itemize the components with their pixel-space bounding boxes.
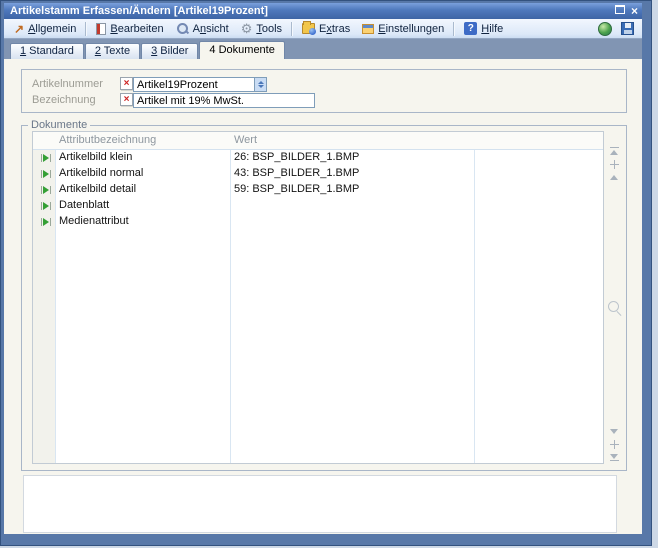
arrow-up-right-icon: ↗ [14, 23, 24, 35]
tab-dokumente[interactable]: 4 Dokumente [199, 41, 284, 59]
menu-bar: ↗ Allgemein Bearbeiten Ansicht ⚙ Tools E… [4, 19, 642, 39]
lookup-button[interactable] [254, 77, 267, 92]
tab-texte[interactable]: 2 Texte [85, 43, 140, 59]
spinner-down-icon [258, 85, 264, 88]
settings-window-icon [362, 24, 374, 34]
tab-strip: 1 Standard 2 Texte 3 Bilder 4 Dokumente [4, 39, 642, 59]
menu-label: Bearbeiten [110, 23, 163, 35]
table-row[interactable]: Artikelbild klein 26: BSP_BILDER_1.BMP [33, 150, 603, 166]
cell-attributbezeichnung: Artikelbild normal [59, 167, 143, 179]
cell-attributbezeichnung: Datenblatt [59, 199, 109, 211]
clear-field-button[interactable]: × [120, 93, 133, 106]
title-bar: Artikelstamm Erfassen/Ändern [Artikel19P… [4, 3, 642, 19]
media-play-icon [41, 169, 55, 178]
content-area: Artikelnummer × Bezeichnung × Dokumente [4, 59, 642, 534]
table-nav-strip [608, 131, 622, 462]
menu-label: Ansicht [193, 23, 229, 35]
close-icon[interactable]: × [631, 5, 638, 17]
documents-table: Attributbezeichnung Wert Artikelbild kle… [32, 131, 604, 464]
cell-wert: 26: BSP_BILDER_1.BMP [234, 151, 359, 163]
search-icon[interactable] [608, 301, 619, 312]
menu-separator [85, 22, 87, 36]
spinner-up-icon [258, 81, 264, 84]
cell-wert: 59: BSP_BILDER_1.BMP [234, 183, 359, 195]
table-row[interactable]: Datenblatt [33, 198, 603, 214]
help-icon: ? [464, 22, 477, 35]
scroll-up-icon[interactable] [610, 173, 619, 182]
clear-field-button[interactable]: × [120, 77, 133, 90]
bottom-panel [23, 475, 617, 533]
scroll-down-icon[interactable] [610, 427, 619, 436]
menu-item-hilfe[interactable]: ? Hilfe [458, 21, 509, 36]
crosshair-icon[interactable] [610, 440, 619, 449]
table-row[interactable]: Medienattribut [33, 214, 603, 230]
table-header: Attributbezeichnung Wert [33, 132, 603, 150]
menu-separator [453, 22, 455, 36]
menu-item-bearbeiten[interactable]: Bearbeiten [90, 22, 169, 36]
media-play-icon [41, 185, 55, 194]
column-header-wert[interactable]: Wert [234, 134, 257, 146]
menu-label: Extras [319, 23, 350, 35]
menu-label: Hilfe [481, 23, 503, 35]
table-row[interactable]: Artikelbild detail 59: BSP_BILDER_1.BMP [33, 182, 603, 198]
app-window: Artikelstamm Erfassen/Ändern [Artikel19P… [0, 0, 652, 546]
bezeichnung-label: Bezeichnung [32, 94, 96, 106]
fields-groupbox: Artikelnummer × Bezeichnung × [21, 69, 627, 113]
cell-attributbezeichnung: Artikelbild klein [59, 151, 132, 163]
gear-icon: ⚙ [241, 22, 253, 35]
bezeichnung-input[interactable] [133, 93, 315, 108]
artikelnummer-label: Artikelnummer [32, 78, 103, 90]
edit-page-icon [96, 23, 106, 35]
cell-attributbezeichnung: Medienattribut [59, 215, 129, 227]
menu-item-einstellungen[interactable]: Einstellungen [356, 22, 450, 36]
scroll-to-bottom-icon[interactable] [610, 453, 619, 462]
restore-icon [615, 5, 625, 14]
menu-separator [291, 22, 293, 36]
cell-wert: 43: BSP_BILDER_1.BMP [234, 167, 359, 179]
menu-label: Einstellungen [378, 23, 444, 35]
tab-bilder[interactable]: 3 Bilder [141, 43, 198, 59]
scroll-to-top-icon[interactable] [610, 147, 619, 156]
dokumente-groupbox: Dokumente Attributbezeichnung Wert Artik… [21, 125, 627, 471]
artikelnummer-input[interactable] [133, 77, 255, 92]
groupbox-label: Dokumente [28, 119, 90, 131]
menu-label: Tools [256, 23, 282, 35]
table-row[interactable]: Artikelbild normal 43: BSP_BILDER_1.BMP [33, 166, 603, 182]
menu-item-allgemein[interactable]: ↗ Allgemein [8, 22, 82, 36]
media-play-icon [41, 153, 55, 162]
media-play-icon [41, 217, 55, 226]
save-floppy-icon[interactable] [621, 22, 634, 35]
screen: Artikelstamm Erfassen/Ändern [Artikel19P… [0, 0, 658, 548]
restore-button[interactable] [615, 5, 625, 17]
menu-item-ansicht[interactable]: Ansicht [170, 21, 235, 36]
tab-standard[interactable]: 1 Standard [10, 43, 84, 59]
folder-globe-icon [302, 23, 315, 34]
window-title: Artikelstamm Erfassen/Ändern [Artikel19P… [4, 5, 268, 17]
globe-icon[interactable] [598, 22, 612, 36]
media-play-icon [41, 201, 55, 210]
menu-item-tools[interactable]: ⚙ Tools [235, 21, 288, 36]
cell-attributbezeichnung: Artikelbild detail [59, 183, 136, 195]
menu-label: Allgemein [28, 23, 76, 35]
column-header-attributbezeichnung[interactable]: Attributbezeichnung [59, 134, 156, 146]
menu-item-extras[interactable]: Extras [296, 22, 356, 36]
magnifier-icon [176, 22, 189, 35]
crosshair-icon[interactable] [610, 160, 619, 169]
